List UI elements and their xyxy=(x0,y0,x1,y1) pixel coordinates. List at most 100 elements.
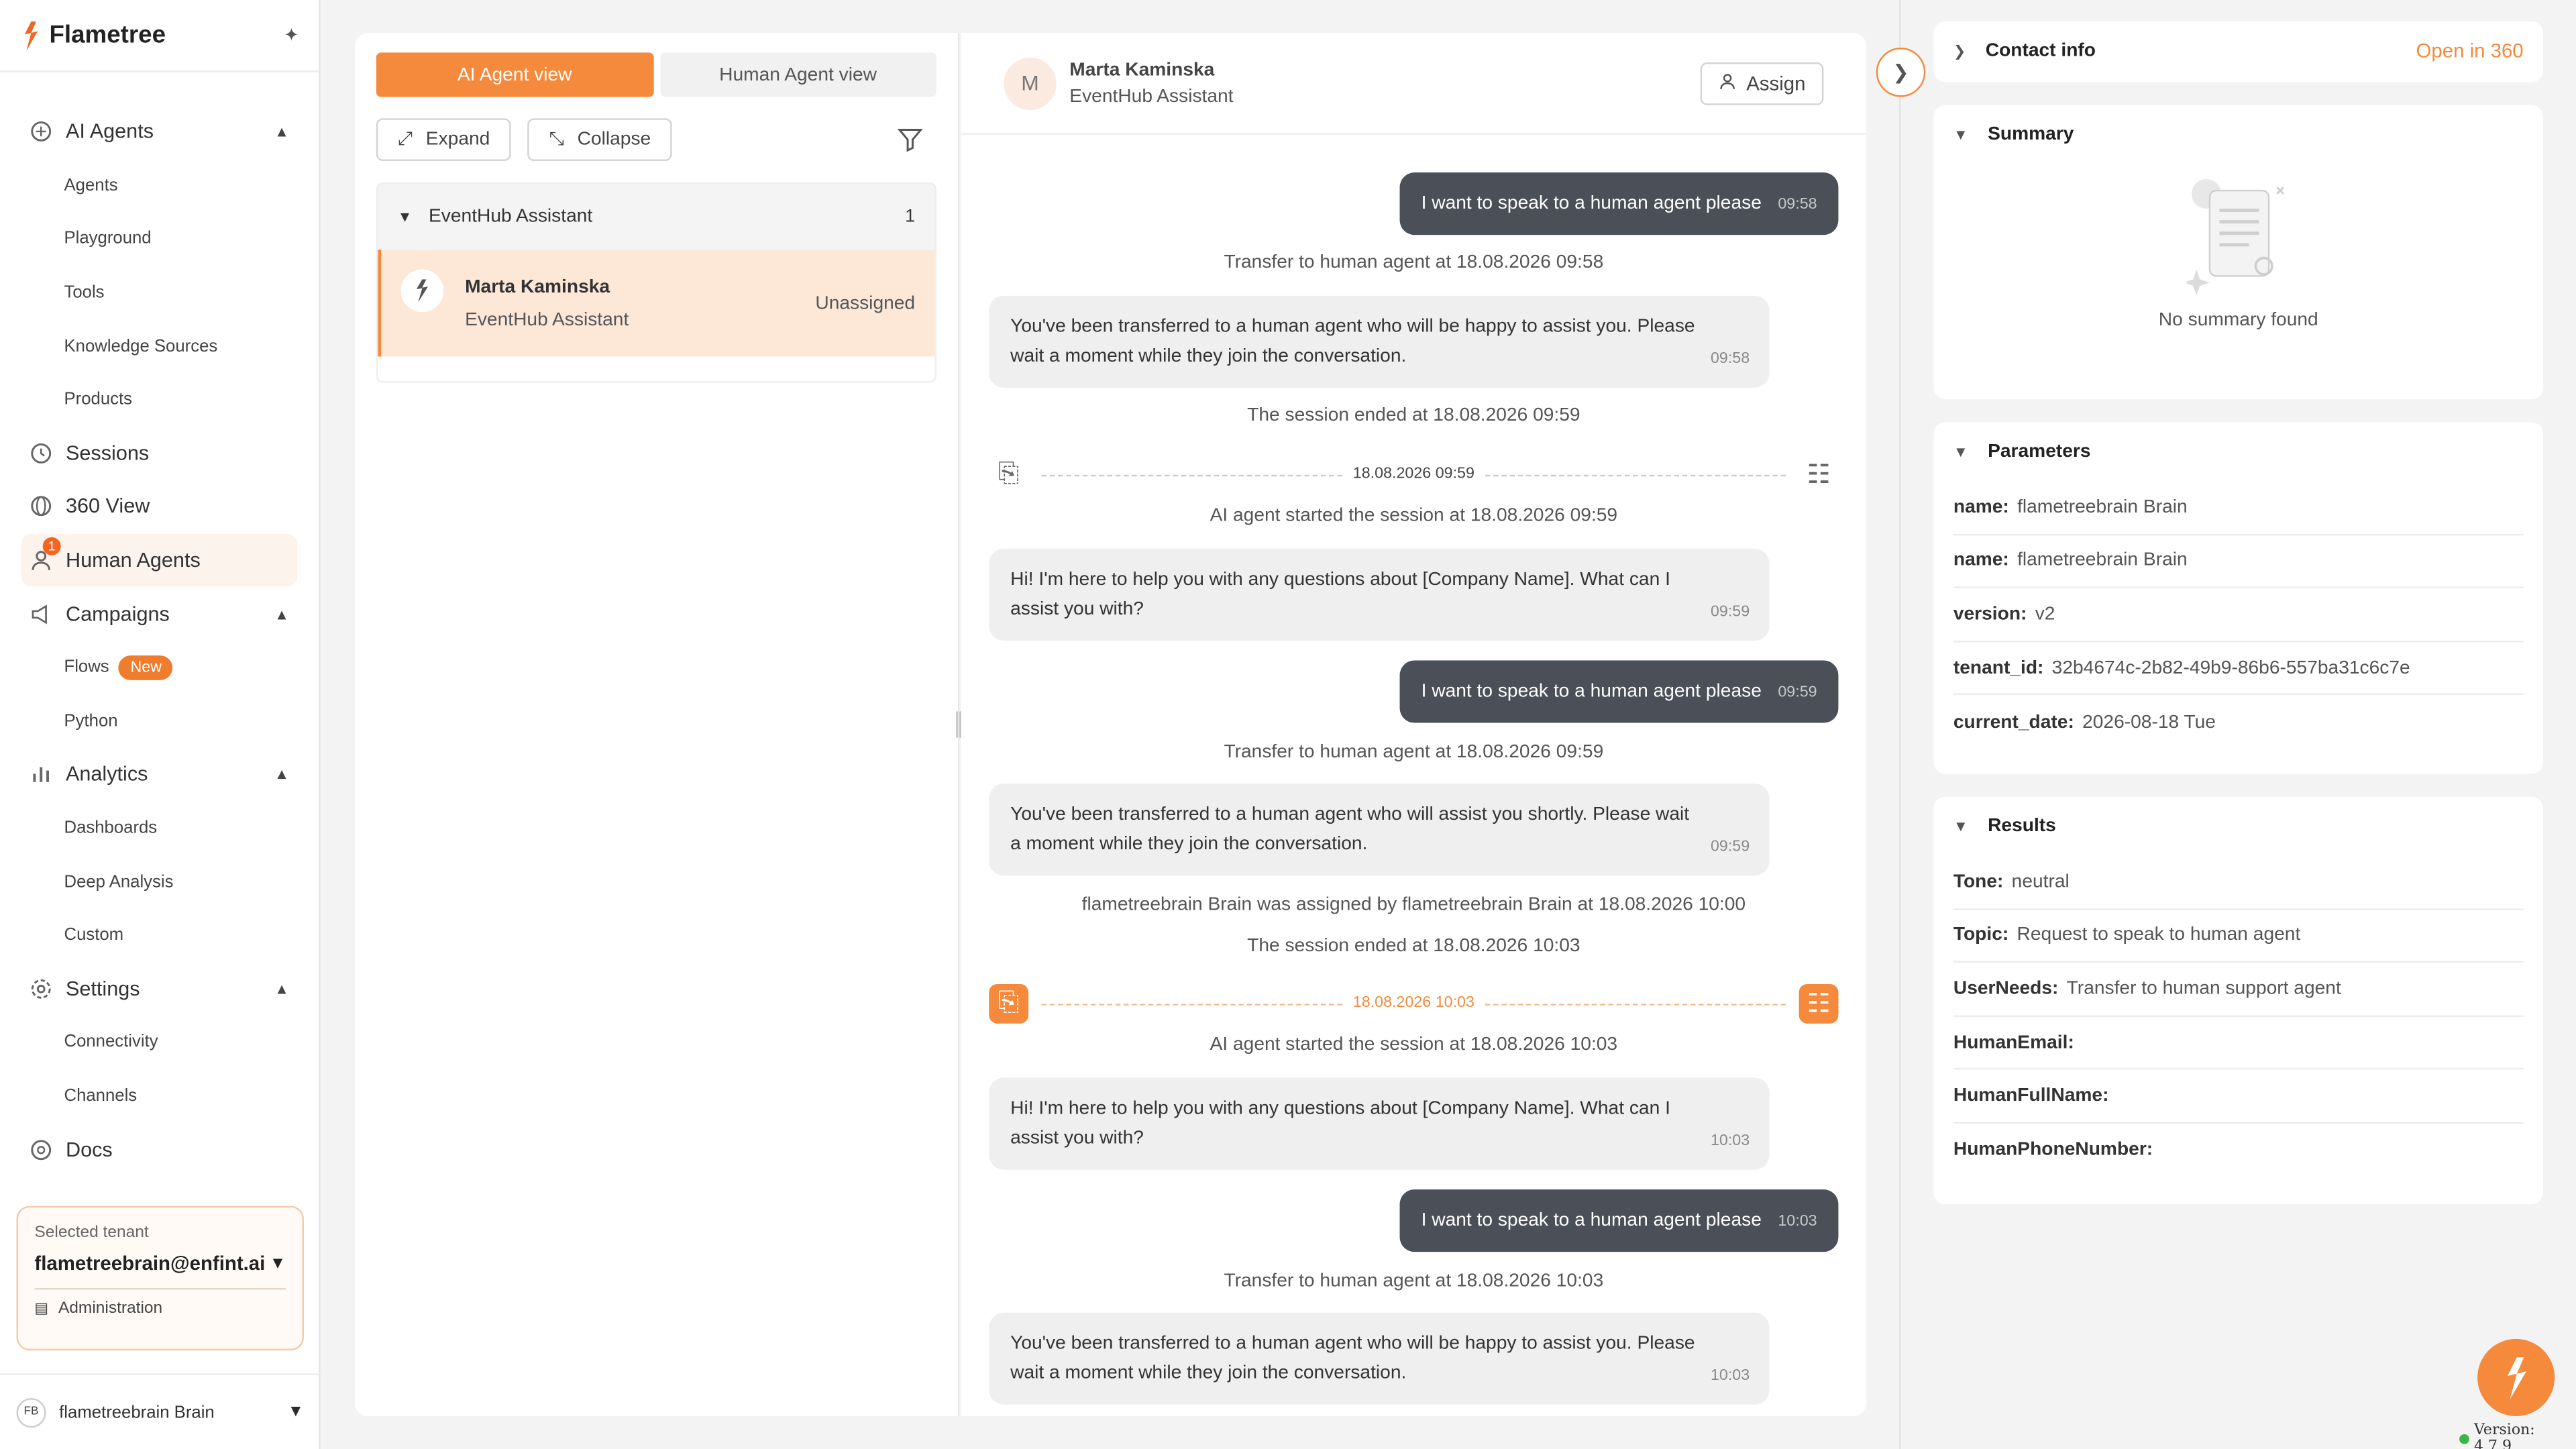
admin-icon: ▤ xyxy=(34,1299,49,1316)
chat-assistant-button[interactable] xyxy=(2477,1338,2555,1417)
chevron-down-icon: ▼ xyxy=(287,1403,305,1421)
contact-avatar: M xyxy=(1004,56,1057,109)
summary-header[interactable]: ▼ Summary xyxy=(1933,105,2543,164)
conversation-info: Marta Kaminska EventHub Assistant xyxy=(465,277,629,329)
nav-tools[interactable]: Tools xyxy=(0,266,319,319)
filter-icon[interactable] xyxy=(897,127,923,153)
message-text: You've been transferred to a human agent… xyxy=(1010,805,1690,855)
agent-group-header[interactable]: ▼ EventHub Assistant 1 xyxy=(378,184,935,250)
summary-title: Summary xyxy=(1988,125,2074,145)
administration-link[interactable]: ▤ Administration xyxy=(34,1299,286,1318)
parameters-header[interactable]: ▼ Parameters xyxy=(1933,422,2543,481)
message-text: I want to speak to a human agent please xyxy=(1421,682,1762,702)
administration-label: Administration xyxy=(58,1299,163,1318)
new-badge: New xyxy=(119,655,174,680)
tenant-dropdown[interactable]: flametreebrain@enfint.ai ▼ xyxy=(34,1252,286,1275)
user-menu[interactable]: FB flametreebrain Brain ▼ xyxy=(0,1373,321,1449)
nav-playground[interactable]: Playground xyxy=(0,212,319,266)
human-agents-badge: 1 xyxy=(42,537,61,555)
session-date: 18.08.2026 09:59 xyxy=(1343,464,1485,482)
nav-flows[interactable]: Flows New xyxy=(0,641,319,694)
chevron-down-icon: ▼ xyxy=(1953,443,1968,460)
version-indicator: Version: 4.7.9 xyxy=(2459,1423,2576,1449)
open-in-360-link[interactable]: Open in 360 xyxy=(2416,40,2524,62)
parameter-row: name: flametreebrain Brain xyxy=(1953,482,2524,535)
tab-human-agent-view[interactable]: Human Agent view xyxy=(659,52,936,97)
nav-knowledge-sources[interactable]: Knowledge Sources xyxy=(0,319,319,373)
nav-analytics[interactable]: Analytics ▲ xyxy=(0,748,319,802)
system-event: Transfer to human agent at 18.08.2026 10… xyxy=(1224,1271,1604,1291)
tab-ai-agent-view[interactable]: AI Agent view xyxy=(376,52,653,97)
system-event: The session ended at 18.08.2026 09:59 xyxy=(1247,405,1580,426)
result-key: HumanFullName: xyxy=(1953,1086,2109,1106)
nav-docs[interactable]: Docs xyxy=(0,1122,319,1176)
agent-message: You've been transferred to a human agent… xyxy=(989,784,1770,876)
nav-custom[interactable]: Custom xyxy=(0,908,319,962)
brand-header: Flametree ✦ xyxy=(0,0,319,72)
nav-deep-analysis[interactable]: Deep Analysis xyxy=(0,855,319,908)
nav-flows-label: Flows xyxy=(64,657,109,678)
chevron-up-icon[interactable]: ▲ xyxy=(274,766,289,782)
message-time: 09:58 xyxy=(1710,350,1750,368)
chevron-up-icon[interactable]: ▲ xyxy=(274,606,289,622)
copy-icon[interactable]: ⎘ xyxy=(989,455,1028,494)
message-time: 10:03 xyxy=(1710,1132,1750,1150)
assign-label: Assign xyxy=(1746,72,1806,96)
pin-sidebar-icon[interactable]: ✦ xyxy=(284,25,299,46)
assign-button[interactable]: Assign xyxy=(1700,62,1824,105)
status-dot xyxy=(2459,1434,2469,1444)
nav-python[interactable]: Python xyxy=(0,694,319,748)
message-text: You've been transferred to a human agent… xyxy=(1010,317,1695,367)
parameter-row: tenant_id: 32b4674c-2b82-49b9-86b6-557ba3… xyxy=(1953,642,2524,696)
parameter-key: name: xyxy=(1953,497,2009,517)
panel-resize-handle[interactable] xyxy=(956,711,961,738)
docs-icon xyxy=(30,1138,52,1161)
nav-sessions-label: Sessions xyxy=(65,441,150,465)
parameter-value: 32b4674c-2b82-49b9-86b6-557ba31c6c7e xyxy=(2051,658,2410,678)
expand-label: Expand xyxy=(425,129,490,150)
nav-ai-agents-label: AI Agents xyxy=(65,120,154,144)
result-row: UserNeeds: Transfer to human support agen… xyxy=(1953,963,2524,1017)
user-icon xyxy=(1719,72,1737,95)
divider-line: 18.08.2026 09:59 xyxy=(1041,464,1786,482)
conversation-agent-name: EventHub Assistant xyxy=(465,309,629,330)
nav-channels[interactable]: Channels xyxy=(0,1069,319,1123)
nav-human-agents-label: Human Agents xyxy=(65,549,201,572)
divider-line: 18.08.2026 10:03 xyxy=(1041,993,1786,1012)
chevron-up-icon[interactable]: ▲ xyxy=(274,123,289,140)
nav-ai-agents[interactable]: AI Agents ▲ xyxy=(0,105,319,159)
parameters-list: name: flametreebrain Brain name: flametree… xyxy=(1933,482,2543,749)
toggle-details-button[interactable]: ❯ xyxy=(1876,48,1926,97)
nav-360-view[interactable]: 360 View xyxy=(0,480,319,533)
conversation-item[interactable]: Marta Kaminska EventHub Assistant Unassi… xyxy=(378,250,935,357)
system-event: AI agent started the session at 18.08.20… xyxy=(1210,506,1618,526)
result-value: Transfer to human support agent xyxy=(2066,979,2341,999)
main-nav: AI Agents ▲ Agents Playground Tools Know… xyxy=(0,72,319,1176)
agent-message: You've been transferred to a human agent… xyxy=(989,295,1770,388)
nav-settings[interactable]: Settings ▲ xyxy=(0,962,319,1016)
results-header[interactable]: ▼ Results xyxy=(1933,797,2543,856)
nav-human-agents[interactable]: 1 Human Agents xyxy=(21,533,298,588)
result-row: HumanEmail: xyxy=(1953,1016,2524,1071)
contact-info-header[interactable]: ❯ Contact info Open in 360 xyxy=(1933,21,2543,80)
chevron-right-icon: ❯ xyxy=(1892,60,1909,84)
clipboard-icon[interactable]: ☷ xyxy=(1799,983,1839,1024)
parameter-value: v2 xyxy=(2035,604,2055,625)
clipboard-icon[interactable]: ☷ xyxy=(1799,455,1839,494)
copy-icon[interactable]: ⎘ xyxy=(989,983,1029,1024)
nav-products[interactable]: Products xyxy=(0,373,319,427)
nav-connectivity[interactable]: Connectivity xyxy=(0,1016,319,1069)
chevron-up-icon[interactable]: ▲ xyxy=(274,981,289,997)
nav-agents[interactable]: Agents xyxy=(0,159,319,213)
nav-campaigns[interactable]: Campaigns ▲ xyxy=(0,587,319,641)
collapse-button[interactable]: ⤡ Collapse xyxy=(527,118,673,162)
nav-sessions[interactable]: Sessions xyxy=(0,427,319,480)
message-text: You've been transferred to a human agent… xyxy=(1010,1334,1695,1384)
expand-button[interactable]: ⤢ Expand xyxy=(376,118,512,162)
message-text: Hi! I'm here to help you with any questi… xyxy=(1010,1099,1670,1148)
expand-icon: ⤢ xyxy=(397,129,413,149)
brand-name: Flametree xyxy=(49,21,166,50)
system-event: AI agent started the session at 18.08.20… xyxy=(1210,1034,1618,1055)
result-key: UserNeeds: xyxy=(1953,979,2059,999)
nav-dashboards[interactable]: Dashboards xyxy=(0,801,319,855)
